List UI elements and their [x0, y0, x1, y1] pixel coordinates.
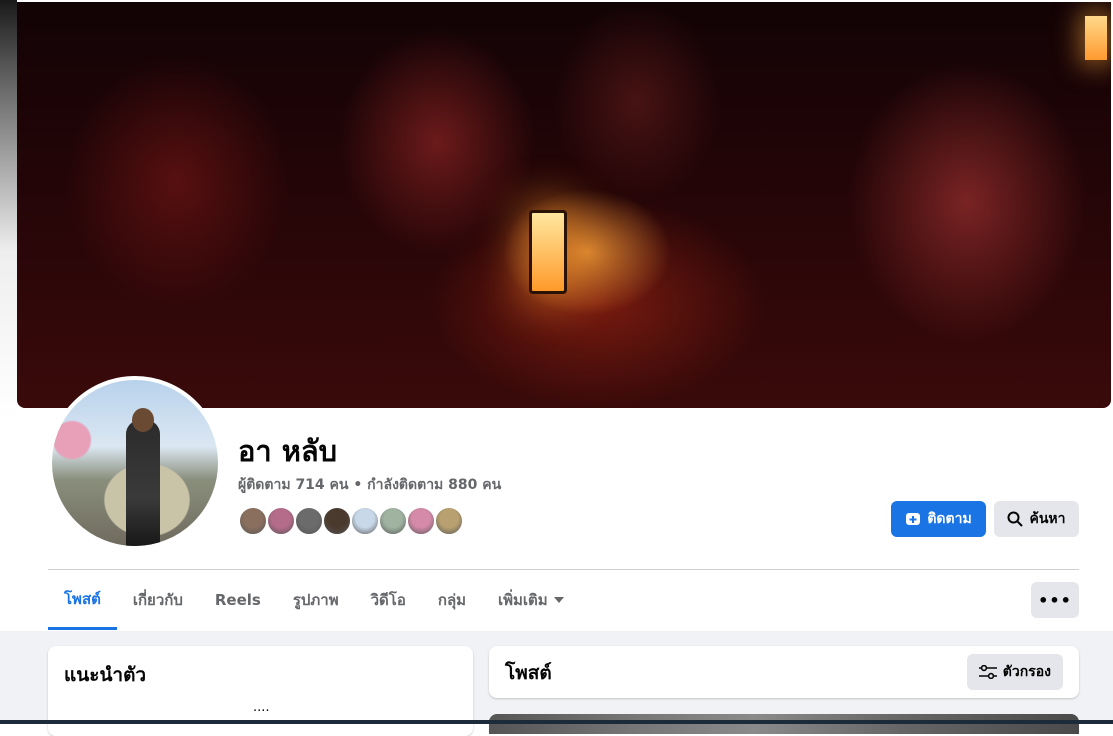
person — [126, 420, 160, 546]
follower-avatar[interactable] — [434, 506, 464, 536]
person-head — [132, 408, 154, 432]
tab-reels[interactable]: Reels — [199, 570, 277, 630]
lantern — [529, 210, 567, 294]
follower-avatar[interactable] — [350, 506, 380, 536]
search-label: ค้นหา — [1029, 511, 1066, 527]
tab-label: เพิ่มเติม — [498, 591, 548, 609]
follower-avatar[interactable] — [406, 506, 436, 536]
tab-label: รูปภาพ — [292, 591, 339, 609]
follow-stats[interactable]: ผู้ติดตาม 714 คน • กำลังติดตาม 880 คน — [238, 474, 501, 496]
tab-label: กลุ่ม — [437, 591, 467, 609]
follower-avatar[interactable] — [238, 506, 268, 536]
tab-label: วิดีโอ — [370, 591, 406, 609]
follower-avatar[interactable] — [322, 506, 352, 536]
stats-text[interactable]: ผู้ติดตาม 714 คน • กำลังติดตาม 880 คน — [238, 477, 501, 493]
tab-groups[interactable]: กลุ่ม — [422, 570, 482, 630]
profile-name: อา หลับ — [238, 434, 338, 468]
tab-label: เกี่ยวกับ — [132, 591, 183, 609]
tab-about[interactable]: เกี่ยวกับ — [117, 570, 199, 630]
tab-videos[interactable]: วิดีโอ — [355, 570, 422, 630]
tab-photos[interactable]: รูปภาพ — [277, 570, 355, 630]
more-dots: ••• — [1038, 590, 1072, 610]
follow-button[interactable]: ติดตาม — [891, 501, 986, 537]
corner-light — [1085, 16, 1107, 60]
profile-picture[interactable] — [48, 376, 222, 550]
follower-avatar[interactable] — [294, 506, 324, 536]
flowers — [52, 410, 92, 480]
follow-plus-icon — [906, 513, 921, 525]
follower-avatar[interactable] — [266, 506, 296, 536]
tab-more[interactable]: เพิ่มเติม — [482, 570, 580, 630]
follower-avatar[interactable] — [378, 506, 408, 536]
tab-label: Reels — [214, 591, 261, 609]
filter-button[interactable]: ตัวกรอง — [966, 654, 1063, 690]
intro-title: แนะนำตัว — [64, 664, 147, 686]
search-button[interactable]: ค้นหา — [994, 501, 1079, 537]
intro-ellipsis: .... — [253, 700, 270, 715]
tab-posts[interactable]: โพสต์ — [48, 570, 117, 630]
profile-tabs: โพสต์ เกี่ยวกับ Reels รูปภาพ วิดีโอ กลุ่… — [48, 570, 580, 630]
search-icon — [1007, 511, 1024, 527]
posts-card: โพสต์ ตัวกรอง — [489, 646, 1079, 698]
posts-title: โพสต์ — [505, 662, 552, 684]
more-options-button[interactable]: ••• — [1031, 582, 1079, 618]
caret-down-icon — [553, 597, 564, 603]
follow-label: ติดตาม — [927, 511, 972, 527]
side-gradient — [0, 0, 17, 420]
filter-sliders-icon — [978, 665, 997, 679]
taskbar-edge — [0, 720, 1113, 724]
filter-label: ตัวกรอง — [1002, 664, 1051, 680]
cover-photo[interactable] — [17, 2, 1111, 408]
post-preview[interactable] — [489, 714, 1079, 734]
tab-label: โพสต์ — [64, 589, 101, 608]
